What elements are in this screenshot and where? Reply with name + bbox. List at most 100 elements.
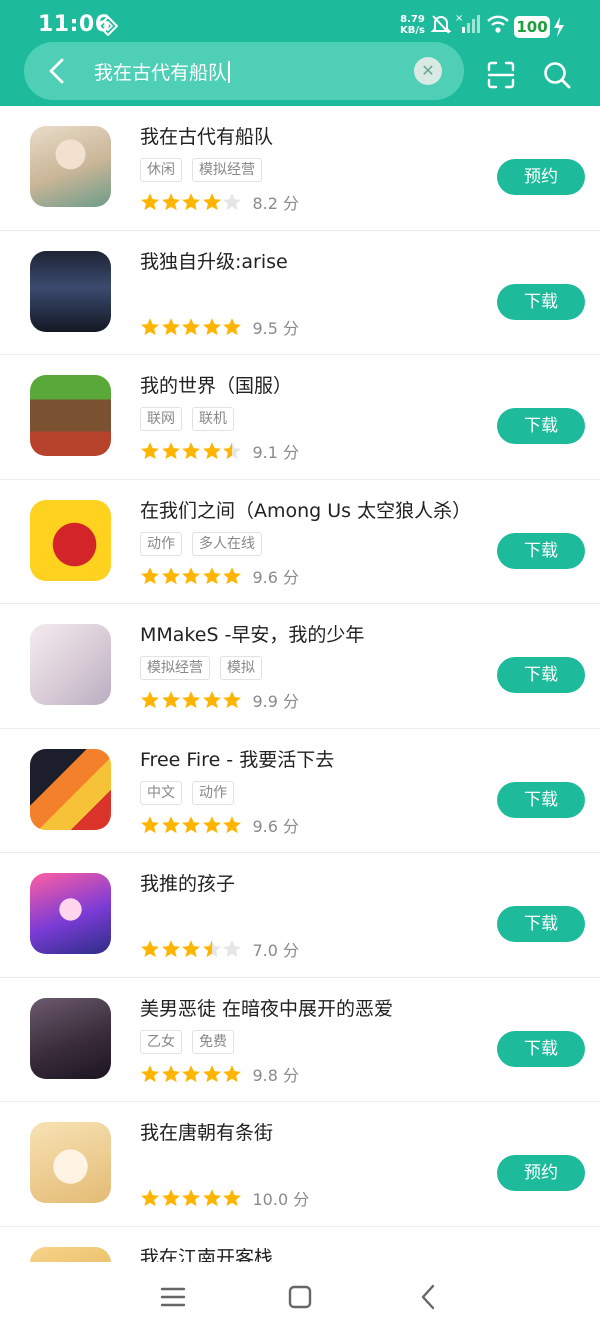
app-icon[interactable] [30, 1122, 111, 1203]
star-full-icon [161, 815, 180, 833]
search-input[interactable]: 我在古代有船队 [94, 58, 230, 85]
back-nav-icon[interactable] [414, 1282, 444, 1312]
mute-bell-icon [430, 15, 452, 34]
app-title[interactable]: 在我们之间（Among Us 太空狼人杀） [140, 496, 471, 523]
app-score: 9.6 分 [252, 567, 300, 587]
search-results-list: 我在古代有船队 休闲 模拟经营 8.2 分预约 我独自升级:arise 9.5 分下载 我的… [0, 106, 600, 1262]
app-tag: 联网 [140, 407, 182, 431]
app-rating: 8.2 分 [140, 190, 299, 214]
star-full-icon [141, 442, 159, 460]
app-tag: 多人在线 [192, 531, 262, 556]
clear-search-button[interactable]: ✕ [414, 57, 442, 85]
download-button[interactable]: 下载 [497, 408, 585, 444]
result-item[interactable]: 我的世界（国服） 联网 联机 9.1 分 下载 [0, 355, 600, 480]
star-full-icon [182, 566, 200, 584]
result-item[interactable]: MMakeS -早安，我的少年 模拟经营 模拟 9.9 分 下载 [0, 604, 600, 729]
app-title[interactable]: 我的世界（国服） [140, 371, 292, 398]
star-full-icon [223, 1064, 241, 1082]
app-tag: 模拟经营 [140, 656, 210, 680]
result-item[interactable]: 我在古代有船队 休闲 模拟经营 8.2 分 预约 [0, 106, 600, 231]
app-icon[interactable] [30, 499, 111, 581]
star-full-icon [223, 691, 241, 709]
app-icon[interactable] [30, 126, 111, 207]
star-full-icon [182, 1064, 200, 1082]
star-full-icon [141, 193, 159, 211]
star-full-icon [182, 193, 200, 211]
star-full-icon [223, 566, 241, 584]
network-speed-unit: KB/s [400, 25, 425, 36]
app-score: 8.2 分 [252, 194, 300, 213]
download-button[interactable]: 下载 [497, 906, 585, 942]
app-icon[interactable] [30, 250, 111, 332]
star-empty-icon [223, 193, 241, 211]
app-tags: 休闲 模拟经营 [140, 158, 272, 182]
battery-level: 100 [514, 16, 550, 38]
home-icon[interactable] [285, 1282, 315, 1312]
app-tags: 中文 动作 [140, 780, 244, 805]
app-rating: 9.6 分 [140, 564, 299, 588]
star-full-icon [141, 1189, 159, 1207]
scan-button[interactable] [486, 60, 516, 90]
app-rating: 9.9 分 [140, 688, 299, 712]
app-title[interactable]: 我独自升级:arise [140, 247, 288, 274]
app-icon[interactable] [30, 997, 111, 1079]
back-button[interactable] [42, 55, 72, 87]
app-rating: 10.0 分 [140, 1186, 309, 1210]
star-full-icon [161, 193, 180, 211]
app-title[interactable]: 我在古代有船队 [140, 122, 273, 149]
status-bar: 11:06 8.79 KB/s × 100 [0, 0, 600, 42]
result-item[interactable]: 我在唐朝有条街 10.0 分 预约 [0, 1102, 600, 1227]
app-rating: 9.8 分 [140, 1062, 299, 1086]
star-full-icon [161, 442, 180, 460]
app-icon[interactable] [30, 873, 111, 954]
menu-icon[interactable] [158, 1282, 188, 1312]
download-button[interactable]: 下载 [497, 657, 585, 693]
result-item[interactable]: 我在江南开客栈 [0, 1227, 600, 1263]
star-full-icon [202, 442, 221, 460]
app-title[interactable]: Free Fire - 我要活下去 [140, 745, 334, 772]
download-button[interactable]: 下载 [497, 283, 585, 320]
app-notification-icon [98, 16, 118, 36]
app-tag: 休闲 [140, 158, 182, 182]
download-button[interactable]: 下载 [497, 532, 585, 569]
star-full-icon [182, 815, 200, 833]
app-title[interactable]: 美男恶徒 在暗夜中展开的恶爱 [140, 994, 393, 1021]
app-rating: 9.1 分 [140, 439, 299, 463]
app-tags: 乙女 免费 [140, 1029, 244, 1054]
download-button[interactable]: 下载 [497, 1030, 585, 1067]
app-title[interactable]: 我推的孩子 [140, 869, 235, 896]
app-tag: 中文 [140, 780, 182, 805]
app-rating: 9.5 分 [140, 315, 299, 339]
star-full-icon [141, 317, 159, 335]
app-title[interactable]: 我在江南开客栈 [140, 1243, 273, 1263]
star-full-icon [202, 1189, 221, 1207]
download-button[interactable]: 下载 [497, 781, 585, 818]
signal-icon: × [455, 13, 480, 33]
search-query-text: 我在古代有船队 [94, 62, 228, 84]
app-title[interactable]: MMakeS -早安，我的少年 [140, 620, 364, 647]
result-item[interactable]: 在我们之间（Among Us 太空狼人杀） 动作 多人在线 9.6 分 下载 [0, 480, 600, 604]
star-half-icon [202, 940, 221, 958]
app-icon[interactable] [30, 1246, 111, 1262]
result-item[interactable]: 我独自升级:arise 9.5 分 下载 [0, 231, 600, 355]
app-icon[interactable] [30, 624, 111, 705]
reserve-button[interactable]: 预约 [497, 159, 585, 195]
reserve-button[interactable]: 预约 [497, 1155, 585, 1191]
star-half-icon [223, 442, 241, 460]
result-item[interactable]: 我推的孩子 7.0 分 下载 [0, 853, 600, 978]
app-title[interactable]: 我在唐朝有条街 [140, 1118, 273, 1145]
star-full-icon [182, 442, 200, 460]
star-full-icon [141, 691, 159, 709]
app-tag: 动作 [140, 531, 182, 556]
app-icon[interactable] [30, 748, 111, 830]
network-speed: 8.79 KB/s [400, 14, 425, 36]
app-icon[interactable] [30, 375, 111, 456]
star-full-icon [202, 1064, 221, 1082]
app-rating: 7.0 分 [140, 937, 299, 961]
app-tags: 模拟经营 模拟 [140, 656, 272, 680]
star-full-icon [202, 193, 221, 211]
result-item[interactable]: Free Fire - 我要活下去 中文 动作 9.6 分 下载 [0, 729, 600, 853]
search-button[interactable] [542, 60, 572, 90]
result-item[interactable]: 美男恶徒 在暗夜中展开的恶爱 乙女 免费 9.8 分 下载 [0, 978, 600, 1102]
app-score: 9.5 分 [252, 318, 300, 338]
